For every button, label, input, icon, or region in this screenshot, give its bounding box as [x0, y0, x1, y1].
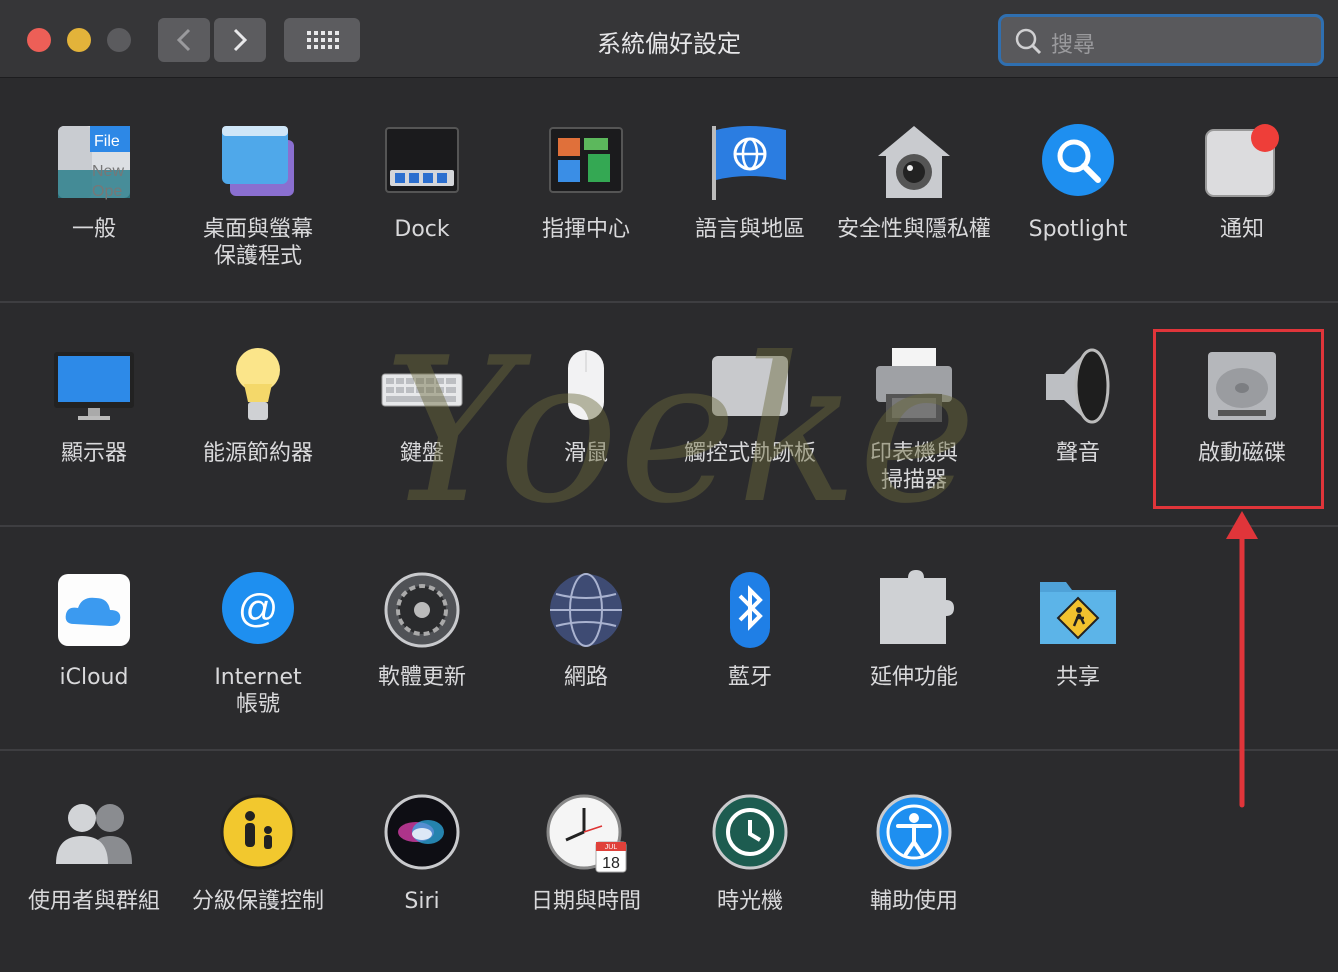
software-update-icon: [384, 572, 460, 648]
displays-icon: [54, 352, 134, 420]
accessibility-icon: [876, 794, 952, 870]
svg-text:JUL: JUL: [605, 844, 618, 851]
sound-icon: [1046, 348, 1110, 424]
search-field[interactable]: 搜尋: [998, 14, 1324, 66]
svg-text:@: @: [238, 587, 279, 631]
svg-text:File: File: [94, 133, 120, 150]
section-divider: [0, 525, 1338, 527]
date-time-icon: JUL 18: [546, 794, 627, 873]
general-icon: File New Ope: [58, 126, 130, 200]
pref-label: 一般: [71, 217, 116, 242]
pref-label: 鍵盤: [399, 441, 444, 466]
pref-label: 分級保護控制: [191, 889, 324, 914]
pref-label: 安全性與隱私權: [836, 217, 991, 242]
search-icon: [1015, 28, 1042, 55]
extensions-icon: [880, 570, 954, 644]
section-divider: [0, 749, 1338, 751]
pref-label: 語言與地區: [694, 217, 805, 242]
pref-label: 輔助使用: [869, 889, 958, 914]
pref-label: Siri: [404, 889, 440, 914]
pref-label: 軟體更新: [377, 665, 466, 690]
keyboard-icon: [381, 373, 463, 407]
sharing-icon: [1040, 582, 1116, 644]
pref-label: 桌面與螢幕 保護程式: [202, 217, 313, 269]
pref-label: 藍牙: [727, 665, 772, 690]
svg-text:Ope: Ope: [92, 183, 122, 200]
internet-accounts-icon: @: [222, 572, 294, 644]
security-privacy-icon: [878, 126, 950, 198]
pref-label: 網路: [563, 665, 608, 690]
trackpad-icon: [712, 356, 788, 416]
network-icon: [550, 573, 622, 647]
pref-label: iCloud: [59, 665, 129, 690]
notifications-icon: [1205, 124, 1279, 197]
time-machine-icon: [712, 794, 788, 870]
mission-control-icon: [549, 127, 623, 193]
energy-saver-icon: [236, 348, 280, 420]
pref-label: 滑鼠: [563, 441, 608, 466]
svg-text:New: New: [92, 163, 124, 180]
pref-label: 觸控式軌跡板: [683, 441, 816, 466]
mouse-icon: [568, 350, 604, 420]
search-placeholder: 搜尋: [1051, 33, 1096, 58]
pref-label: Internet 帳號: [214, 665, 302, 717]
pref-label: 顯示器: [60, 441, 127, 466]
arrow-up-icon: [1226, 511, 1258, 808]
pref-label: 印表機與 掃描器: [869, 441, 958, 493]
language-region-icon: [712, 126, 786, 200]
spotlight-icon: [1042, 124, 1114, 196]
pref-label: 能源節約器: [202, 441, 313, 466]
pref-label: 延伸功能: [869, 665, 958, 690]
dock-icon: [385, 127, 459, 193]
title-bar: 系統偏好設定 搜尋: [0, 0, 1338, 78]
pref-label: 通知: [1219, 217, 1264, 242]
users-groups-icon: [56, 804, 132, 864]
siri-icon: [384, 794, 460, 870]
pref-label: Dock: [394, 217, 450, 242]
pref-label: Spotlight: [1028, 217, 1128, 242]
pref-label: 日期與時間: [530, 889, 641, 914]
svg-text:18: 18: [602, 855, 620, 872]
pref-label: 共享: [1055, 665, 1100, 690]
section-divider: [0, 301, 1338, 303]
watermark: Yoeke: [384, 315, 977, 548]
pref-label: 聲音: [1055, 441, 1100, 466]
pref-label: 時光機: [716, 889, 783, 914]
pref-label: 使用者與群組: [27, 889, 160, 914]
pref-label: 指揮中心: [541, 217, 630, 242]
bluetooth-icon: [730, 572, 770, 648]
highlight-box: [1153, 329, 1324, 509]
desktop-screensaver-icon: [222, 126, 294, 196]
parental-controls-icon: [220, 794, 296, 870]
icloud-icon: [58, 574, 130, 646]
printers-scanners-icon: [876, 348, 952, 422]
